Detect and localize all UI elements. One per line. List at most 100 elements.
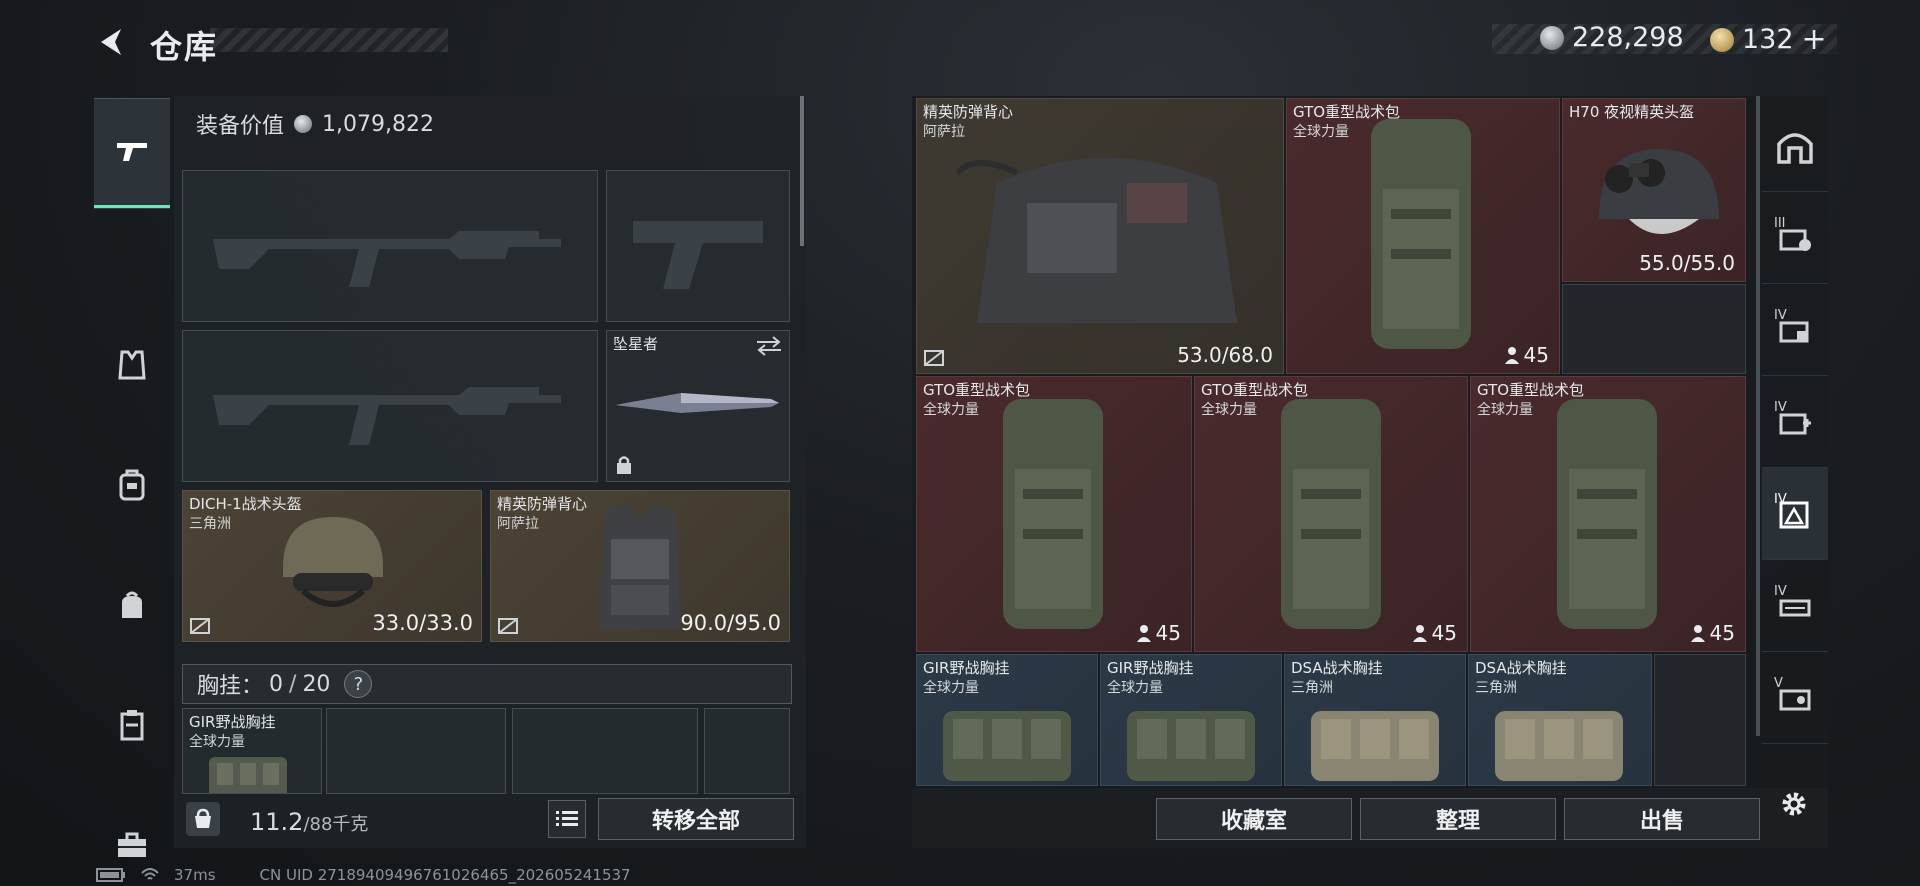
chest-rig-header: 胸挂： 0 / 20 ? <box>182 664 792 704</box>
back-button[interactable] <box>92 22 132 62</box>
warehouse-item-armor[interactable]: 精英防弹背心 阿萨拉 53.0/68.0 <box>916 98 1284 374</box>
backpack-icon <box>1557 399 1657 629</box>
pistol-icon <box>117 143 147 161</box>
help-button[interactable]: ? <box>344 670 373 698</box>
melee-slot[interactable]: 坠星者 <box>606 330 790 482</box>
backpack-icon <box>1281 399 1381 629</box>
weight-icon <box>186 802 220 836</box>
tab-backpack[interactable] <box>94 430 170 540</box>
tab-level-label: IV <box>1774 492 1787 507</box>
rig-slot-2[interactable] <box>326 708 506 794</box>
backpack-icon <box>1371 119 1471 349</box>
person-icon <box>1412 625 1427 642</box>
item-origin: 全球力量 <box>1201 402 1257 418</box>
tab-level-4d[interactable]: IV <box>1762 560 1828 652</box>
warehouse-tabs: III IV IV IV IV V <box>1762 96 1828 796</box>
rig-item-name: GIR野战胸挂 <box>189 713 276 731</box>
warehouse-item-backpack[interactable]: GTO重型战术包 全球力量 45 <box>916 376 1192 652</box>
knife-icon <box>615 393 779 413</box>
warehouse-item-backpack[interactable]: GTO重型战术包 全球力量 45 <box>1194 376 1468 652</box>
chest-rig-icon <box>1495 711 1623 781</box>
empty-slot[interactable] <box>1654 654 1746 786</box>
list-view-button[interactable] <box>548 800 586 838</box>
armor-slot[interactable]: 精英防弹背心 阿萨拉 90.0/95.0 <box>490 490 790 642</box>
pistol-silhouette-icon <box>633 221 763 289</box>
chest-rig-icon <box>1127 711 1255 781</box>
item-durability: 53.0/68.0 <box>1177 343 1273 367</box>
organize-button[interactable]: 整理 <box>1360 798 1556 840</box>
secondary-weapon-slot[interactable] <box>182 330 598 482</box>
tab-level-label: IV <box>1774 400 1787 415</box>
status-bar: 37ms CN UID 27189409496761026465_2026052… <box>96 866 631 884</box>
tab-level-label: IV <box>1774 584 1787 599</box>
vault-icon <box>1777 132 1813 164</box>
warehouse-item-rig[interactable]: GIR野战胸挂 全球力量 <box>916 654 1098 786</box>
helmet-durability: 33.0/33.0 <box>372 611 473 635</box>
item-name: GIR野战胸挂 <box>1107 659 1194 677</box>
backpack-icon <box>119 469 145 501</box>
toolbox-icon <box>118 832 146 857</box>
tab-level-4b[interactable]: IV <box>1762 376 1828 468</box>
item-origin: 阿萨拉 <box>923 124 965 140</box>
wifi-icon <box>141 868 159 880</box>
chest-rig-icon <box>943 711 1071 781</box>
helmet-slot[interactable]: DICH-1战术头盔 三角洲 33.0/33.0 <box>182 490 482 642</box>
vest-icon <box>599 503 681 629</box>
gold-amount: 132 <box>1742 24 1794 55</box>
empty-slot[interactable] <box>1562 284 1746 374</box>
rig-slot-3[interactable] <box>512 708 698 794</box>
warehouse-item-backpack[interactable]: GTO重型战术包 全球力量 45 <box>1470 376 1746 652</box>
vest-icon <box>118 350 146 380</box>
tab-level-4c[interactable]: IV <box>1762 468 1828 560</box>
chest-rig-icon <box>1311 711 1439 781</box>
tab-level-label: V <box>1774 676 1783 691</box>
warehouse-scrollbar[interactable] <box>1756 96 1760 736</box>
warehouse-item-helmet[interactable]: H70 夜视精英头盔 55.0/55.0 <box>1562 98 1746 282</box>
equipment-value-amount: 1,079,822 <box>322 111 434 137</box>
tab-level-5[interactable]: V <box>1762 652 1828 744</box>
item-count: 45 <box>1412 621 1457 645</box>
item-count: 45 <box>1504 343 1549 367</box>
item-name: H70 夜视精英头盔 <box>1569 103 1695 121</box>
backpack-icon <box>1003 399 1103 629</box>
pistol-slot[interactable] <box>606 170 790 322</box>
armor-origin: 阿萨拉 <box>497 516 539 532</box>
item-name: DSA战术胸挂 <box>1291 659 1383 677</box>
item-name: 精英防弹背心 <box>923 103 1014 121</box>
item-count: 45 <box>1690 621 1735 645</box>
warehouse-item-backpack[interactable]: GTO重型战术包 全球力量 45 <box>1286 98 1560 374</box>
collection-room-button[interactable]: 收藏室 <box>1156 798 1352 840</box>
sell-button[interactable]: 出售 <box>1564 798 1760 840</box>
tab-bag[interactable] <box>94 550 170 660</box>
no-insure-icon <box>190 618 210 634</box>
armor-durability: 90.0/95.0 <box>680 611 781 635</box>
person-icon <box>1504 347 1519 364</box>
transfer-all-button[interactable]: 转移全部 <box>598 798 794 840</box>
count-value: 45 <box>1709 621 1735 645</box>
tab-armor[interactable] <box>94 310 170 420</box>
no-insure-icon <box>498 618 518 634</box>
count-value: 45 <box>1523 343 1549 367</box>
rig-slot-1[interactable]: GIR野战胸挂 全球力量 <box>182 708 322 794</box>
back-arrow-icon <box>101 29 121 55</box>
tab-level-4a[interactable]: IV <box>1762 284 1828 376</box>
tab-warehouse-home[interactable] <box>1762 100 1828 192</box>
swap-icon[interactable] <box>755 335 783 357</box>
warehouse-item-rig[interactable]: DSA战术胸挂 三角洲 <box>1468 654 1652 786</box>
warehouse-item-rig[interactable]: DSA战术胸挂 三角洲 <box>1284 654 1466 786</box>
person-icon <box>1690 625 1705 642</box>
gold-currency[interactable]: 132 + <box>1710 22 1827 57</box>
tab-weapons[interactable] <box>94 98 170 208</box>
primary-weapon-slot[interactable] <box>182 170 598 322</box>
silver-currency: 228,298 <box>1540 22 1684 53</box>
warehouse-item-rig[interactable]: GIR野战胸挂 全球力量 <box>1100 654 1282 786</box>
page-title: 仓库 <box>150 28 219 66</box>
add-currency-button[interactable]: + <box>1802 22 1827 57</box>
tab-container[interactable] <box>94 670 170 780</box>
user-uid: CN UID 27189409496761026465_202605241537 <box>259 866 631 884</box>
no-insure-icon <box>924 350 944 366</box>
tab-level-3[interactable]: III <box>1762 192 1828 284</box>
loadout-scrollbar[interactable] <box>800 96 804 246</box>
rig-slot-4[interactable] <box>704 708 790 794</box>
tab-level-label: IV <box>1774 308 1787 323</box>
